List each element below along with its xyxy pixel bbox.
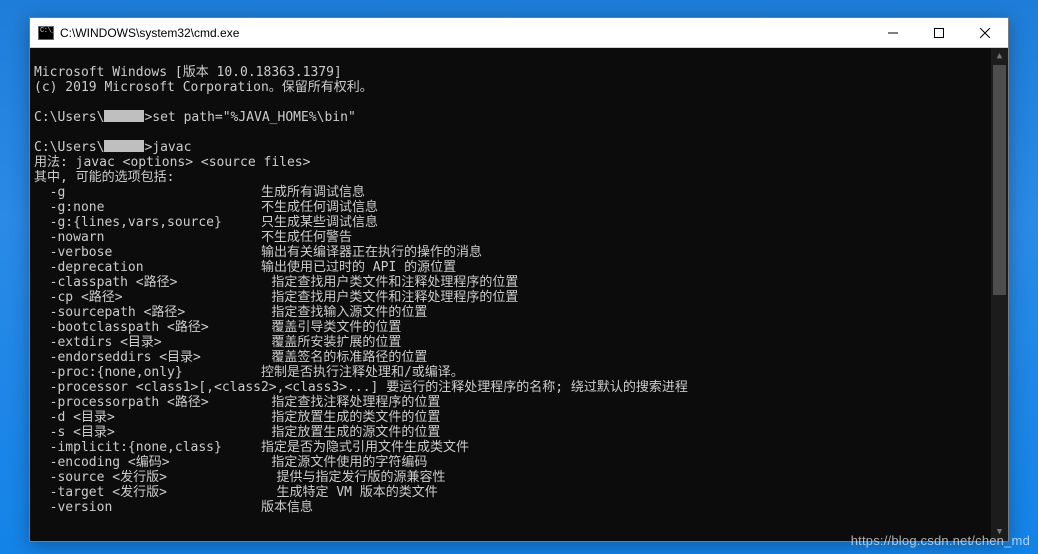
close-button[interactable] [962,18,1008,48]
option-line: -verbose 输出有关编译器正在执行的操作的消息 [34,245,482,260]
vertical-scrollbar[interactable]: ▲ ▼ [991,48,1008,541]
scroll-up-arrow-icon[interactable]: ▲ [991,48,1008,65]
option-line: -target <发行版> 生成特定 VM 版本的类文件 [34,485,438,500]
option-line: -deprecation 输出使用已过时的 API 的源位置 [34,260,456,275]
option-line: -version 版本信息 [34,500,313,515]
option-line: -s <目录> 指定放置生成的源文件的位置 [34,425,440,440]
option-line: -cp <路径> 指定查找用户类文件和注释处理程序的位置 [34,290,518,305]
cmd-window: C:\WINDOWS\system32\cmd.exe Microsoft Wi… [29,17,1009,542]
prompt-line: C:\Users\>javac [34,140,191,155]
option-line: -bootclasspath <路径> 覆盖引导类文件的位置 [34,320,401,335]
option-line: -g:{lines,vars,source} 只生成某些调试信息 [34,215,378,230]
option-line: -source <发行版> 提供与指定发行版的源兼容性 [34,470,446,485]
option-line: -processorpath <路径> 指定查找注释处理程序的位置 [34,395,440,410]
terminal-output[interactable]: Microsoft Windows [版本 10.0.18363.1379] (… [30,48,1008,541]
option-line: -processor <class1>[,<class2>,<class3>..… [34,380,688,395]
maximize-button[interactable] [916,18,962,48]
options-list: -g 生成所有调试信息 -g:none 不生成任何调试信息 -g:{lines,… [34,185,1008,515]
window-title: C:\WINDOWS\system32\cmd.exe [60,26,870,40]
options-intro: 其中, 可能的选项包括: [34,170,174,185]
censored-username [104,110,144,122]
usage-line: 用法: javac <options> <source files> [34,155,310,170]
option-line: -endorseddirs <目录> 覆盖签名的标准路径的位置 [34,350,427,365]
banner-line: Microsoft Windows [版本 10.0.18363.1379] [34,65,342,80]
option-line: -classpath <路径> 指定查找用户类文件和注释处理程序的位置 [34,275,518,290]
title-bar[interactable]: C:\WINDOWS\system32\cmd.exe [30,18,1008,48]
option-line: -nowarn 不生成任何警告 [34,230,352,245]
scroll-down-arrow-icon[interactable]: ▼ [991,524,1008,541]
option-line: -g 生成所有调试信息 [34,185,365,200]
option-line: -proc:{none,only} 控制是否执行注释处理和/或编译。 [34,365,464,380]
cmd-app-icon [38,26,54,40]
option-line: -d <目录> 指定放置生成的类文件的位置 [34,410,440,425]
option-line: -encoding <编码> 指定源文件使用的字符编码 [34,455,427,470]
minimize-button[interactable] [870,18,916,48]
blank-line [34,125,42,140]
option-line: -extdirs <目录> 覆盖所安装扩展的位置 [34,335,401,350]
option-line: -sourcepath <路径> 指定查找输入源文件的位置 [34,305,427,320]
banner-line: (c) 2019 Microsoft Corporation。保留所有权利。 [34,80,373,95]
option-line: -implicit:{none,class} 指定是否为隐式引用文件生成类文件 [34,440,469,455]
blank-line [34,95,42,110]
prompt-line: C:\Users\>set path="%JAVA_HOME%\bin" [34,110,356,125]
scrollbar-thumb[interactable] [993,65,1006,295]
option-line: -g:none 不生成任何调试信息 [34,200,378,215]
censored-username [104,140,144,152]
